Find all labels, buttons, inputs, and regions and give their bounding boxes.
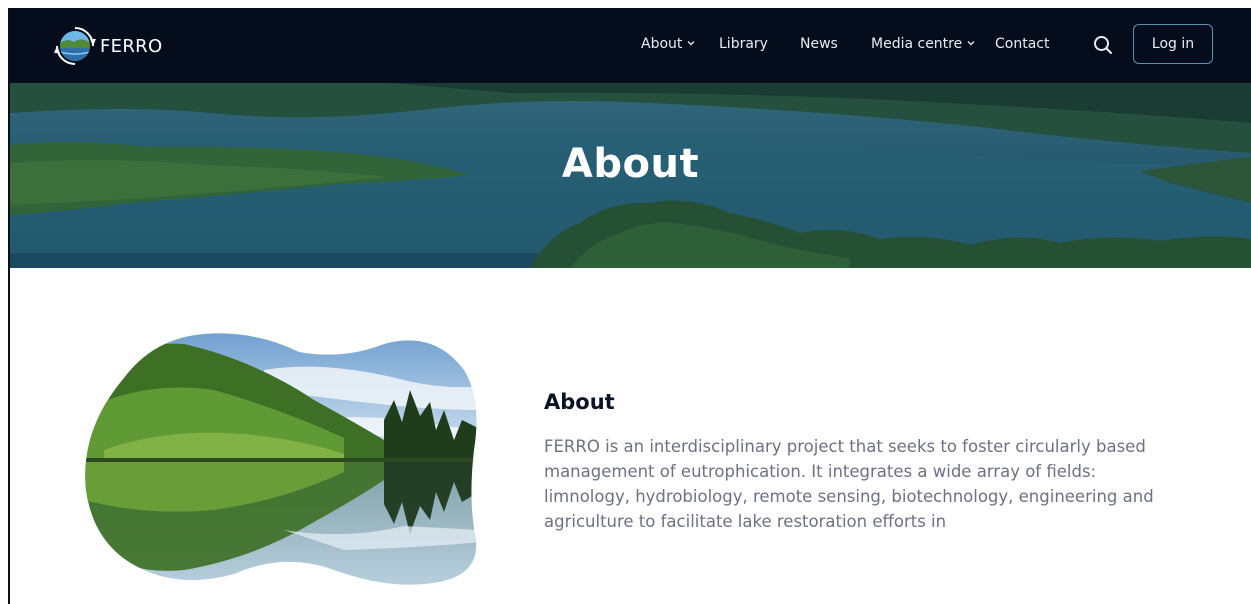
top-navbar: FERRO About Library News Media centre Co… (10, 8, 1251, 83)
nav-item-label: Media centre (871, 36, 963, 52)
nav-item-media-centre[interactable]: Media centre (871, 36, 975, 52)
nav-item-news[interactable]: News (800, 36, 838, 52)
nav-item-contact[interactable]: Contact (995, 36, 1049, 52)
about-heading: About (544, 390, 615, 414)
main-nav: About Library News Media centre Contact (10, 8, 1251, 83)
nav-item-label: News (800, 36, 838, 52)
hero-title: About (561, 141, 700, 187)
about-blob-image (84, 330, 482, 588)
nav-item-label: Library (719, 36, 768, 52)
search-icon[interactable] (1092, 34, 1114, 56)
nav-item-library[interactable]: Library (719, 36, 768, 52)
nav-item-label: About (641, 36, 683, 52)
nav-item-about[interactable]: About (641, 36, 695, 52)
page: FERRO About Library News Media centre Co… (0, 0, 1251, 604)
chevron-down-icon (687, 41, 695, 46)
page-top-margin (0, 0, 1251, 8)
chevron-down-icon (967, 41, 975, 46)
about-body-text: FERRO is an interdisciplinary project th… (544, 437, 1154, 531)
login-button[interactable]: Log in (1133, 24, 1213, 64)
hero-banner: About (10, 83, 1251, 268)
nav-item-label: Contact (995, 36, 1050, 52)
